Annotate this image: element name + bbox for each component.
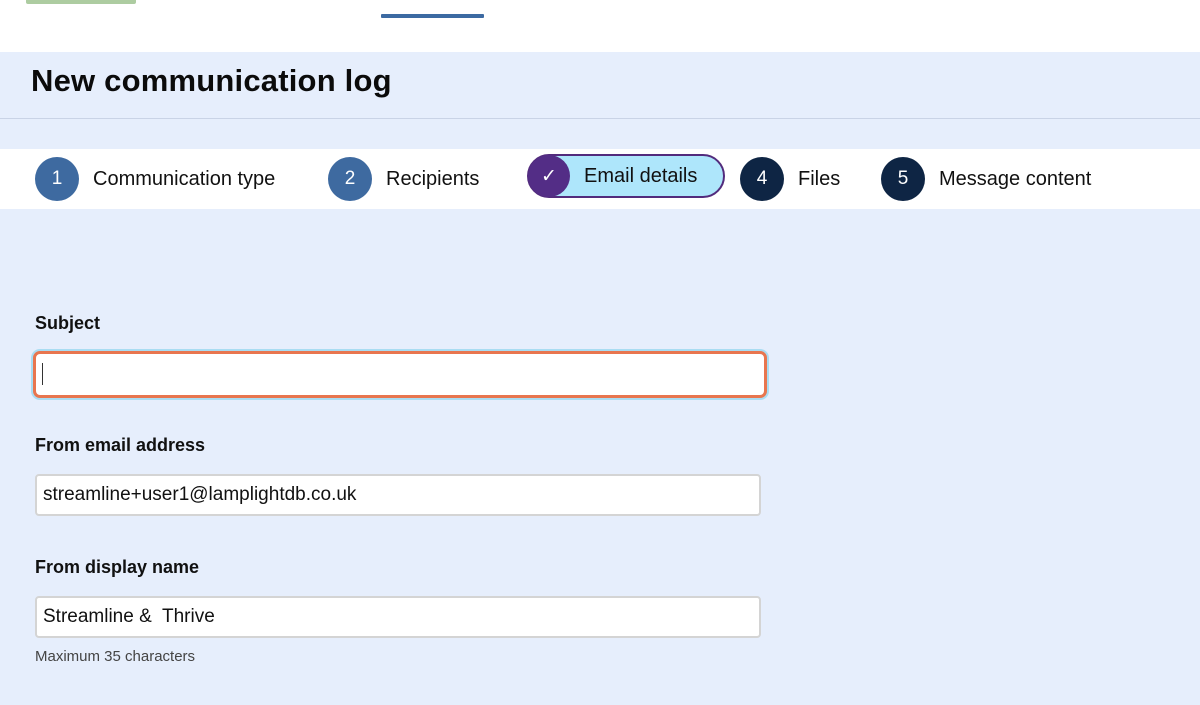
step-number-badge: 5: [881, 157, 925, 201]
step-recipients[interactable]: 2 Recipients: [328, 154, 479, 204]
progress-stepper: 1 Communication type 2 Recipients ✓ Emai…: [0, 149, 1200, 209]
active-nav-indicator: [381, 14, 484, 18]
subject-label: Subject: [35, 313, 101, 333]
step-label: Email details: [584, 164, 698, 187]
step-number-badge: 2: [328, 157, 372, 201]
step-label: Recipients: [386, 167, 480, 190]
step-communication-type[interactable]: 1 Communication type: [35, 154, 275, 204]
step-email-details[interactable]: ✓ Email details: [527, 154, 725, 198]
text-cursor: [42, 363, 43, 385]
checkmark-icon: ✓: [528, 155, 570, 197]
step-label: Message content: [939, 167, 1092, 190]
logo-fragment: [26, 0, 136, 4]
step-message-content[interactable]: 5 Message content: [881, 154, 1091, 204]
step-files[interactable]: 4 Files: [740, 154, 840, 204]
display-name-hint: Maximum 35 characters: [35, 648, 196, 665]
step-label: Communication type: [93, 167, 276, 190]
step-number-badge: 4: [740, 157, 784, 201]
step-number-badge: 1: [35, 157, 79, 201]
display-name-input[interactable]: [35, 596, 761, 638]
page-title: New communication log: [31, 63, 392, 98]
subject-input[interactable]: [33, 351, 767, 398]
top-navigation-bar: [0, 0, 1200, 52]
from-email-input[interactable]: [35, 474, 761, 516]
display-name-label: From display name: [35, 557, 200, 577]
title-divider: [0, 118, 1200, 119]
step-label: Files: [798, 167, 841, 190]
from-email-label: From email address: [35, 435, 206, 455]
